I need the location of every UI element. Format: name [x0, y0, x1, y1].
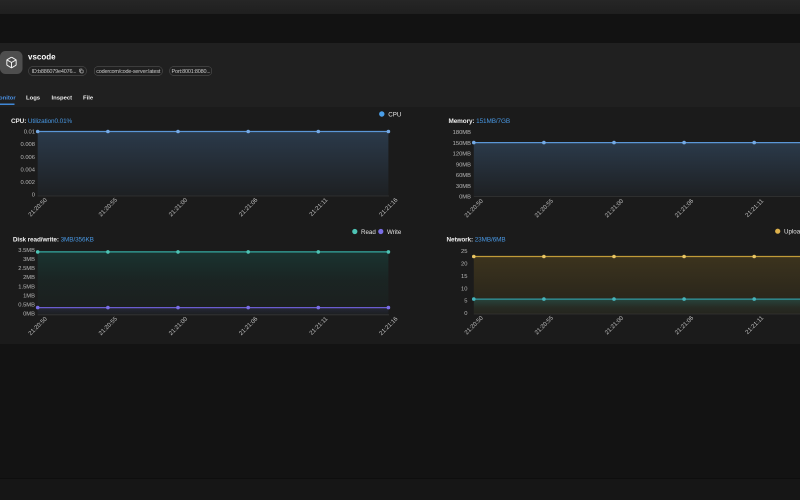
svg-text:0MB: 0MB — [459, 195, 471, 201]
svg-text:21:21:00: 21:21:00 — [604, 315, 625, 336]
svg-text:0.5MB: 0.5MB — [18, 303, 35, 309]
svg-text:21:20:55: 21:20:55 — [534, 198, 555, 219]
svg-text:60MB: 60MB — [456, 173, 471, 179]
svg-text:21:21:16: 21:21:16 — [379, 197, 400, 218]
svg-text:21:20:55: 21:20:55 — [98, 316, 119, 337]
svg-text:2MB: 2MB — [23, 275, 35, 281]
svg-text:20: 20 — [461, 262, 467, 268]
svg-text:0MB: 0MB — [23, 312, 35, 318]
svg-text:Write: Write — [387, 229, 402, 236]
svg-text:21:21:06: 21:21:06 — [674, 315, 695, 336]
svg-text:21:20:55: 21:20:55 — [98, 197, 119, 218]
svg-text:21:20:50: 21:20:50 — [464, 315, 485, 336]
svg-text:21:21:06: 21:21:06 — [674, 198, 695, 219]
svg-text:5: 5 — [464, 299, 467, 305]
svg-text:21:20:50: 21:20:50 — [28, 197, 49, 218]
svg-text:21:21:11: 21:21:11 — [745, 198, 766, 219]
svg-text:0.008: 0.008 — [20, 142, 35, 148]
svg-text:0: 0 — [32, 193, 35, 199]
svg-text:21:20:55: 21:20:55 — [534, 315, 555, 336]
svg-text:3MB: 3MB — [23, 257, 35, 263]
svg-text:1MB: 1MB — [23, 293, 35, 299]
svg-text:0.006: 0.006 — [20, 155, 35, 161]
svg-text:21:21:11: 21:21:11 — [309, 316, 330, 337]
svg-text:90MB: 90MB — [456, 162, 471, 168]
svg-text:21:21:06: 21:21:06 — [238, 316, 259, 337]
svg-text:0.002: 0.002 — [20, 180, 35, 186]
svg-text:CPU: CPU — [388, 111, 401, 118]
svg-text:Upload: Upload — [784, 229, 800, 236]
svg-text:Disk read/write: 3MB/356KB: Disk read/write: 3MB/356KB — [13, 236, 94, 243]
svg-text:3.5MB: 3.5MB — [18, 248, 35, 254]
svg-text:Network: 23MB/6MB: Network: 23MB/6MB — [447, 236, 506, 243]
svg-text:21:21:11: 21:21:11 — [745, 315, 766, 336]
svg-text:21:21:00: 21:21:00 — [604, 198, 625, 219]
svg-text:0: 0 — [464, 311, 467, 317]
svg-text:Read: Read — [361, 229, 376, 236]
svg-text:21:21:06: 21:21:06 — [238, 197, 259, 218]
svg-text:21:20:50: 21:20:50 — [464, 198, 485, 219]
svg-text:21:20:50: 21:20:50 — [28, 316, 49, 337]
svg-text:10: 10 — [461, 286, 467, 292]
svg-text:21:21:11: 21:21:11 — [309, 197, 330, 218]
svg-text:1.5MB: 1.5MB — [18, 284, 35, 290]
svg-text:21:21:00: 21:21:00 — [168, 197, 189, 218]
svg-text:2.5MB: 2.5MB — [18, 266, 35, 272]
svg-text:21:21:00: 21:21:00 — [168, 316, 189, 337]
svg-text:CPU: Utilization0.01%: CPU: Utilization0.01% — [11, 118, 73, 125]
svg-text:Memory: 151MB/7GB: Memory: 151MB/7GB — [449, 118, 511, 125]
svg-text:120MB: 120MB — [453, 152, 472, 158]
svg-text:30MB: 30MB — [456, 184, 471, 190]
svg-text:180MB: 180MB — [453, 130, 472, 136]
svg-text:0.01: 0.01 — [24, 130, 35, 136]
svg-text:150MB: 150MB — [453, 141, 472, 147]
svg-text:21:21:16: 21:21:16 — [379, 316, 400, 337]
svg-text:15: 15 — [461, 274, 467, 280]
svg-text:25: 25 — [461, 249, 467, 255]
svg-text:0.004: 0.004 — [20, 167, 35, 173]
